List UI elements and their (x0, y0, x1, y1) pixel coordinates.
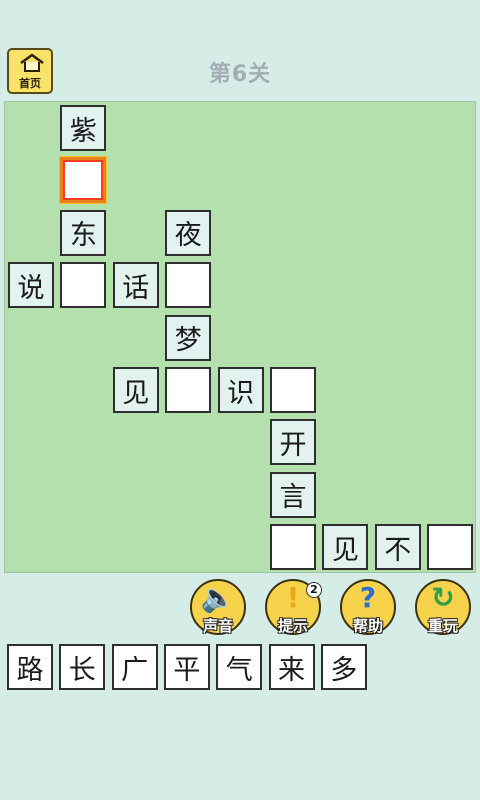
puzzle-board: 紫东夜说话梦见识开言见不 (4, 101, 476, 573)
grid-cell: 开 (270, 419, 316, 466)
grid-cell-blank[interactable] (270, 367, 316, 413)
hint-button[interactable]: ! 提示 2 (265, 579, 322, 635)
grid-cell: 见 (322, 524, 369, 571)
candidate-tile[interactable]: 路 (7, 644, 53, 690)
sound-label: 声音 (202, 617, 233, 635)
level-title: 第6关 (208, 62, 272, 87)
grid-cell: 夜 (165, 209, 212, 256)
help-label: 帮助 (352, 617, 383, 635)
replay-label: 重玩 (427, 617, 458, 635)
grid-cell: 说 (8, 262, 54, 309)
speaker-icon: 🔈 (200, 581, 236, 614)
hint-label: 提示 (277, 617, 308, 635)
grid-cell-selected-blank[interactable] (60, 157, 107, 204)
candidate-tile[interactable]: 气 (216, 644, 263, 690)
grid-cell: 梦 (165, 314, 212, 361)
grid-cell-blank[interactable] (60, 262, 107, 309)
candidate-tile[interactable]: 长 (59, 644, 106, 690)
grid-cell: 东 (60, 209, 107, 256)
question-icon: ? (359, 581, 377, 614)
grid-cell: 话 (112, 262, 159, 309)
replay-button[interactable]: ↻ 重玩 (415, 579, 471, 635)
help-button[interactable]: ? 帮助 (340, 579, 396, 635)
grid-cell: 见 (112, 367, 159, 413)
candidate-tile[interactable]: 广 (111, 644, 158, 690)
refresh-icon: ↻ (431, 581, 455, 614)
grid-cell: 不 (374, 524, 421, 571)
grid-cell-blank[interactable] (165, 262, 212, 309)
grid-cell-blank[interactable] (165, 367, 212, 413)
grid-cell-blank[interactable] (270, 524, 316, 571)
grid-cell: 识 (217, 367, 264, 413)
candidate-tile[interactable]: 来 (268, 644, 315, 690)
grid-cell-blank[interactable] (427, 524, 474, 571)
grid-cell: 紫 (60, 105, 107, 151)
grid-cell: 言 (270, 471, 316, 518)
sound-button[interactable]: 🔈 声音 (190, 579, 246, 635)
candidate-tile[interactable]: 平 (163, 644, 210, 690)
hint-count-badge: 2 (306, 582, 322, 598)
candidate-tile[interactable]: 多 (320, 644, 367, 690)
